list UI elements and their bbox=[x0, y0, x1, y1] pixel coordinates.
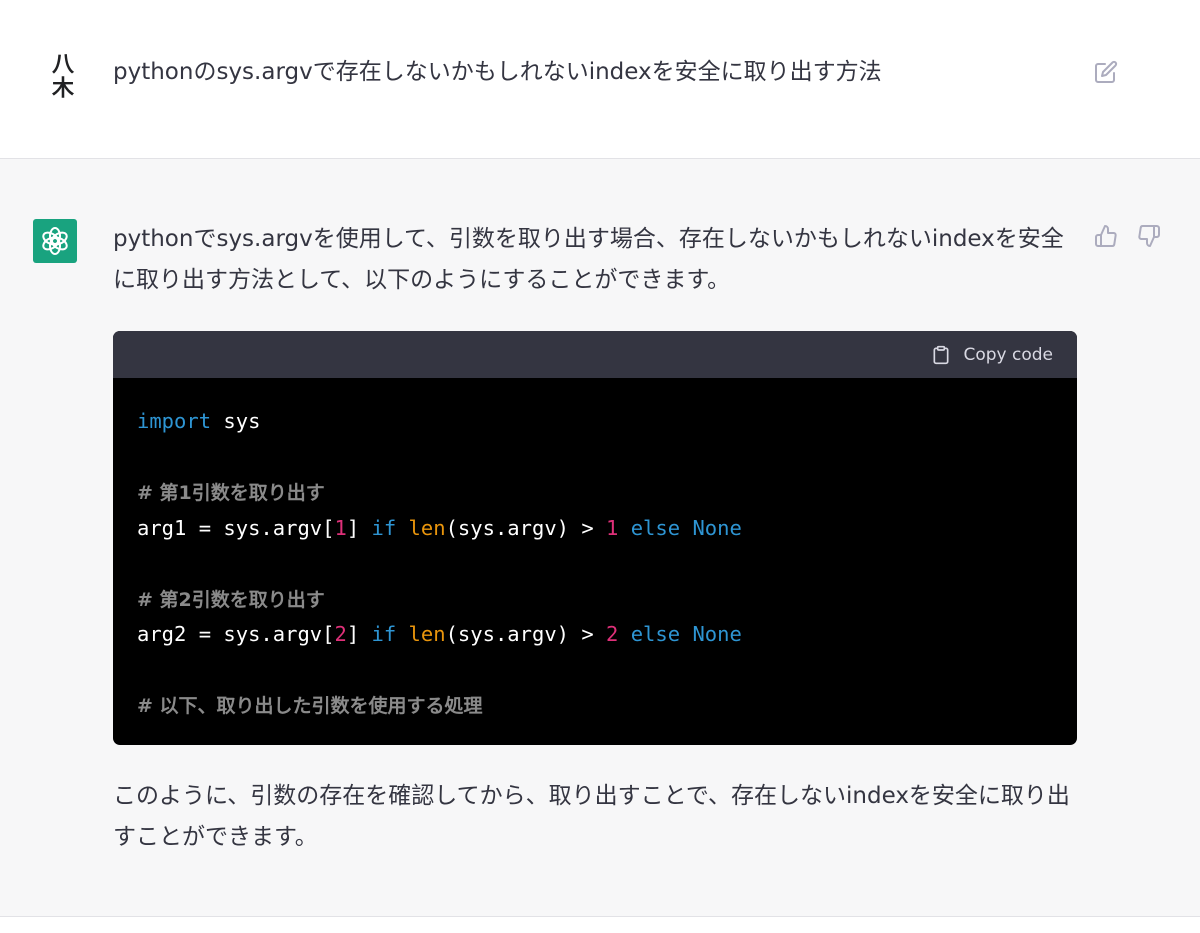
code-number: 1 bbox=[606, 515, 619, 540]
user-message-text: pythonのsys.argvで存在しないかもしれないindexを安全に取り出す… bbox=[113, 59, 882, 85]
intro-paragraph: pythonでsys.argvを使用して、引数を取り出す場合、存在しないかもしれ… bbox=[113, 226, 1064, 293]
code-text: ] bbox=[346, 515, 372, 540]
code-text: (sys.argv) > bbox=[445, 622, 607, 646]
user-message-row: 八木 pythonのsys.argvで存在しないかもしれないindexを安全に取… bbox=[0, 0, 1200, 159]
edit-icon[interactable] bbox=[1094, 60, 1118, 84]
code-keyword: else bbox=[630, 515, 681, 540]
assistant-avatar bbox=[33, 219, 77, 263]
code-line-arg2: arg2 = sys.argv[2] if len(sys.argv) > 2 … bbox=[137, 617, 1053, 653]
outro-paragraph: このように、引数の存在を確認してから、取り出すことで、存在しないindexを安全… bbox=[113, 783, 1070, 850]
clipboard-icon bbox=[933, 345, 949, 365]
code-text: sys bbox=[211, 409, 261, 433]
code-block: Copy code import sys # 第1引数を取り出す arg1 = … bbox=[113, 331, 1077, 745]
code-number: 2 bbox=[606, 622, 619, 646]
thumbs-up-icon[interactable] bbox=[1094, 224, 1118, 252]
code-text: arg2 = sys.argv[ bbox=[137, 622, 335, 646]
code-builtin: len bbox=[408, 515, 446, 540]
code-content: import sys # 第1引数を取り出す arg1 = sys.argv[1… bbox=[113, 378, 1077, 724]
code-comment: # 第2引数を取り出す bbox=[137, 588, 325, 611]
code-keyword: None bbox=[692, 515, 742, 540]
code-line-comment: # 第1引数を取り出す bbox=[137, 475, 1053, 511]
code-comment: # 第1引数を取り出す bbox=[137, 482, 325, 504]
code-text: (sys.argv) > bbox=[445, 515, 607, 540]
code-block-header: Copy code bbox=[113, 331, 1077, 378]
copy-code-button[interactable]: Copy code bbox=[931, 343, 1053, 367]
code-builtin: len bbox=[408, 622, 446, 646]
code-line-comment: # 第2引数を取り出す bbox=[137, 582, 1053, 618]
assistant-intro-text: pythonでsys.argvを使用して、引数を取り出す場合、存在しないかもしれ… bbox=[113, 219, 1073, 301]
code-keyword: if bbox=[371, 622, 397, 646]
copy-code-label: Copy code bbox=[963, 345, 1053, 365]
code-number: 1 bbox=[334, 515, 347, 540]
code-line-import: import sys bbox=[137, 404, 1053, 440]
thumbs-down-icon[interactable] bbox=[1137, 224, 1161, 252]
user-avatar: 八木 bbox=[48, 52, 73, 100]
code-text: ] bbox=[346, 622, 372, 646]
code-line-arg1: arg1 = sys.argv[1] if len(sys.argv) > 1 … bbox=[137, 511, 1053, 547]
code-keyword: None bbox=[692, 622, 742, 646]
code-keyword: if bbox=[371, 515, 397, 540]
code-line-comment: # 以下、取り出した引数を使用する処理 bbox=[137, 688, 1053, 724]
assistant-message-row: pythonでsys.argvを使用して、引数を取り出す場合、存在しないかもしれ… bbox=[0, 159, 1200, 917]
code-comment: # 以下、取り出した引数を使用する処理 bbox=[137, 695, 483, 717]
assistant-outro-text: このように、引数の存在を確認してから、取り出すことで、存在しないindexを安全… bbox=[113, 776, 1073, 858]
openai-logo-icon bbox=[42, 227, 68, 255]
code-keyword: else bbox=[630, 622, 681, 646]
code-keyword: import bbox=[137, 409, 212, 433]
code-text: arg1 = sys.argv[ bbox=[137, 515, 335, 540]
code-number: 2 bbox=[334, 622, 347, 646]
